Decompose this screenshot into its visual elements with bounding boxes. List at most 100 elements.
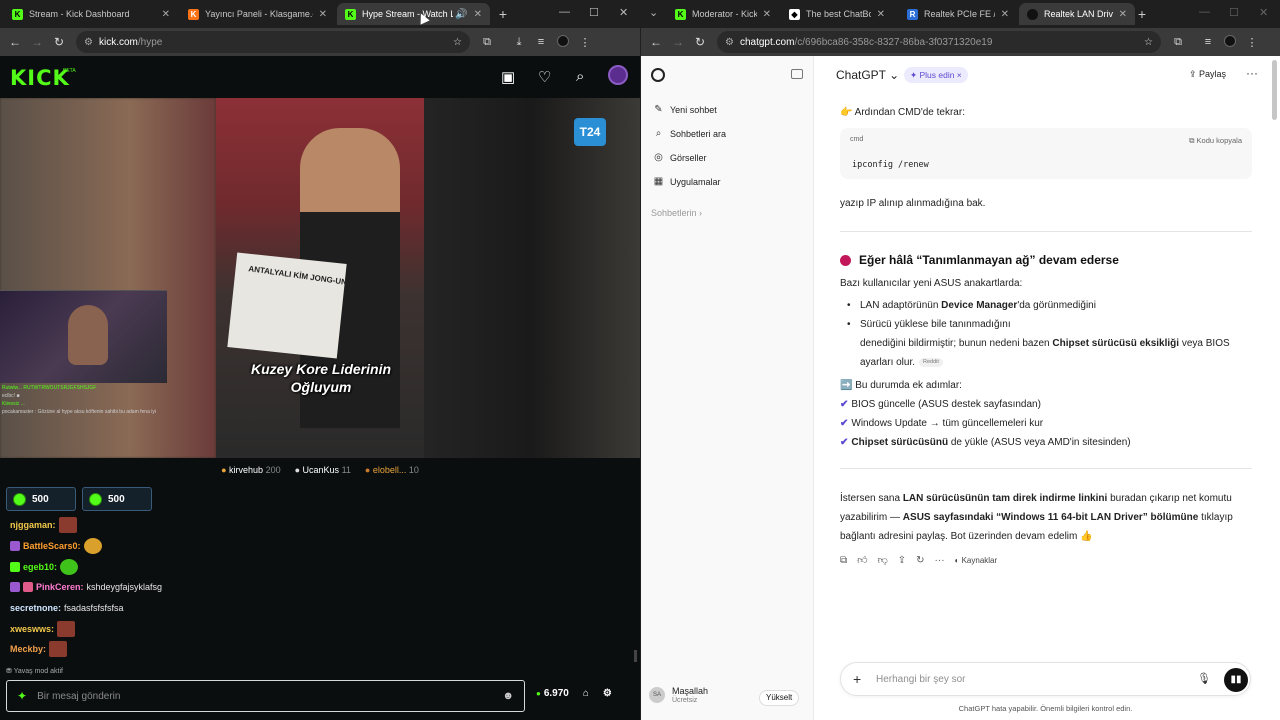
scrollbar[interactable] xyxy=(1272,60,1277,120)
bookmark-star-icon[interactable]: ☆ xyxy=(453,37,462,48)
settings-gear-icon[interactable]: ⚙ xyxy=(603,688,612,699)
gifter-item[interactable]: ● elobell... 10 xyxy=(365,465,419,475)
store-icon[interactable]: ⌂ xyxy=(583,688,589,699)
thumbs-up-icon[interactable]: 👍︎ xyxy=(857,554,867,566)
emoji-icon[interactable]: ☻ xyxy=(502,690,514,702)
close-tab-icon[interactable]: ✕ xyxy=(1119,9,1127,20)
tab-klasgame[interactable]: K Yayıncı Paneli - Klasgame.com ✕ xyxy=(180,3,335,25)
sources-button[interactable]: ◐ Kaynaklar xyxy=(955,556,998,565)
more-icon[interactable]: ··· xyxy=(935,555,945,566)
source-pill[interactable]: Reddit xyxy=(919,357,943,367)
model-selector[interactable]: ChatGPT ⌄ xyxy=(836,68,899,82)
kicks-badge[interactable]: 500 xyxy=(82,487,152,511)
chat-scrollbar[interactable] xyxy=(634,650,637,662)
get-plus-button[interactable]: ✦ Plus edin × xyxy=(904,67,968,83)
chat-input[interactable]: ✦ Bir mesaj gönderin ☻ xyxy=(6,680,525,712)
media-control-icon[interactable]: ≡ xyxy=(530,36,552,48)
tab-realtek-lan[interactable]: Realtek LAN Driver ✕ xyxy=(1019,3,1135,25)
back-icon[interactable]: ← xyxy=(645,35,667,49)
menu-icon[interactable]: ⋮ xyxy=(574,36,596,49)
sidebar-item-images[interactable]: ◎ Görseller xyxy=(653,152,706,163)
site-info-icon[interactable]: ⚙ xyxy=(725,37,734,48)
tab-title: Realtek PCIe FE / GB xyxy=(924,9,995,19)
chat-username[interactable]: secretnone: xyxy=(10,603,61,613)
new-tab-button[interactable]: + xyxy=(494,5,512,23)
url-field[interactable]: ⚙ kick.com/hype ☆ xyxy=(76,31,470,53)
close-tab-icon[interactable]: ✕ xyxy=(162,9,170,20)
close-tab-icon[interactable]: ✕ xyxy=(763,9,771,20)
attach-plus-icon[interactable]: + xyxy=(853,671,861,687)
extensions-icon[interactable]: ⧉ xyxy=(1167,36,1189,49)
sidebar-item-search[interactable]: ⌕ Sohbetleri ara xyxy=(653,128,726,139)
extensions-icon[interactable]: ⧉ xyxy=(476,36,498,49)
kicks-badge[interactable]: 500 xyxy=(6,487,76,511)
kick-logo[interactable]: KICK xyxy=(10,66,70,90)
url-field[interactable]: ⚙ chatgpt.com/c/696bca86-358c-8327-86ba-… xyxy=(717,31,1161,53)
video-player[interactable]: ANTALYALI KİM JONG-UN Kuzey Kore Liderin… xyxy=(0,98,640,458)
chat-username[interactable]: Meckby: xyxy=(10,644,46,654)
chat-username[interactable]: xweswws: xyxy=(10,624,54,634)
thumbs-down-icon[interactable]: 👎︎ xyxy=(878,554,888,566)
gifter-item[interactable]: ● kirvehub 200 xyxy=(221,465,281,475)
close-tab-icon[interactable]: ✕ xyxy=(319,9,327,20)
microphone-icon[interactable]: 🎙︎ xyxy=(1197,672,1211,685)
composer[interactable]: + Herhangi bir şey sor 🎙︎ ▮▮ xyxy=(840,662,1251,696)
close-tab-icon[interactable]: ✕ xyxy=(877,9,885,20)
minimize-icon[interactable]: — xyxy=(559,6,570,18)
tab-hype-stream[interactable]: K Hype Stream - Watch Live 🔊 ✕ xyxy=(337,3,490,25)
back-icon[interactable]: ← xyxy=(4,35,26,49)
close-tab-icon[interactable]: ✕ xyxy=(1001,9,1009,20)
user-menu[interactable]: SA Maşallah Ücretsiz xyxy=(649,686,708,704)
chat-username[interactable]: egeb10: xyxy=(23,562,57,572)
maximize-icon[interactable]: ☐ xyxy=(1229,6,1239,19)
site-info-icon[interactable]: ⚙ xyxy=(84,37,93,48)
profile-icon[interactable] xyxy=(1219,34,1241,50)
heart-icon[interactable]: ♡ xyxy=(538,68,551,86)
tab-kick-moderator[interactable]: K Moderator - Kick D ✕ xyxy=(667,3,779,25)
share-icon[interactable]: ⇪ xyxy=(898,555,906,566)
sidebar-section-chats[interactable]: Sohbetlerin › xyxy=(651,208,702,218)
close-tab-icon[interactable]: ✕ xyxy=(474,9,482,20)
chatgpt-logo-icon[interactable] xyxy=(651,68,665,82)
search-icon[interactable]: ⌕ xyxy=(576,68,584,85)
sparkle-icon[interactable]: ✦ xyxy=(17,689,27,703)
tab-search-icon[interactable]: ⌄ xyxy=(649,6,658,19)
gifter-item[interactable]: ● UcanKus 11 xyxy=(295,465,351,475)
maximize-icon[interactable]: ☐ xyxy=(589,6,599,19)
voice-mode-icon[interactable]: ▮▮ xyxy=(1224,668,1248,692)
regenerate-icon[interactable]: ↻ xyxy=(916,555,924,566)
download-icon[interactable]: ⤓ xyxy=(508,36,530,49)
following-feed-icon[interactable]: ▣ xyxy=(501,68,515,86)
media-control-icon[interactable]: ≡ xyxy=(1197,36,1219,48)
minimize-icon[interactable]: — xyxy=(1199,6,1210,18)
upgrade-button[interactable]: Yükselt xyxy=(759,690,800,706)
avatar[interactable] xyxy=(608,65,628,85)
chat-username[interactable]: BattleScars0: xyxy=(23,541,81,551)
paragraph: yazıp IP alınıp alınmadığına bak. xyxy=(840,198,986,209)
channel-points[interactable]: 6.970 xyxy=(536,688,569,699)
new-tab-button[interactable]: + xyxy=(1133,5,1151,23)
chat-username[interactable]: PinkCeren: xyxy=(36,582,84,592)
forward-icon[interactable]: → xyxy=(667,35,689,49)
tab-kick-dashboard[interactable]: K Stream - Kick Dashboard ✕ xyxy=(4,3,178,25)
sidebar-toggle-icon[interactable] xyxy=(791,69,803,79)
close-window-icon[interactable]: ✕ xyxy=(1259,6,1268,19)
copy-code-button[interactable]: ⧉ Kodu kopyala xyxy=(1189,136,1242,146)
reload-icon[interactable]: ↻ xyxy=(689,35,711,49)
menu-icon[interactable]: ⋮ xyxy=(1241,36,1263,49)
copy-icon[interactable]: ⧉ xyxy=(840,555,847,566)
close-window-icon[interactable]: ✕ xyxy=(619,6,628,19)
bookmark-star-icon[interactable]: ☆ xyxy=(1144,37,1153,48)
overlay-chat-line: Kiinesiz ... xyxy=(2,401,25,407)
reload-icon[interactable]: ↻ xyxy=(48,35,70,49)
sidebar-item-new-chat[interactable]: ✎ Yeni sohbet xyxy=(653,104,716,115)
tab-realtek[interactable]: R Realtek PCIe FE / GB ✕ xyxy=(899,3,1017,25)
speaker-icon[interactable]: 🔊 xyxy=(455,9,467,20)
share-button[interactable]: ⇪ Paylaş xyxy=(1189,69,1226,80)
profile-icon[interactable] xyxy=(552,34,574,50)
more-options-icon[interactable]: ··· xyxy=(1246,66,1258,80)
tab-chatbot[interactable]: ◆ The best ChatBot a ✕ xyxy=(781,3,893,25)
chat-username[interactable]: njggaman: xyxy=(10,520,56,530)
sidebar-item-apps[interactable]: ▦ Uygulamalar xyxy=(653,176,721,187)
forward-icon[interactable]: → xyxy=(26,35,48,49)
